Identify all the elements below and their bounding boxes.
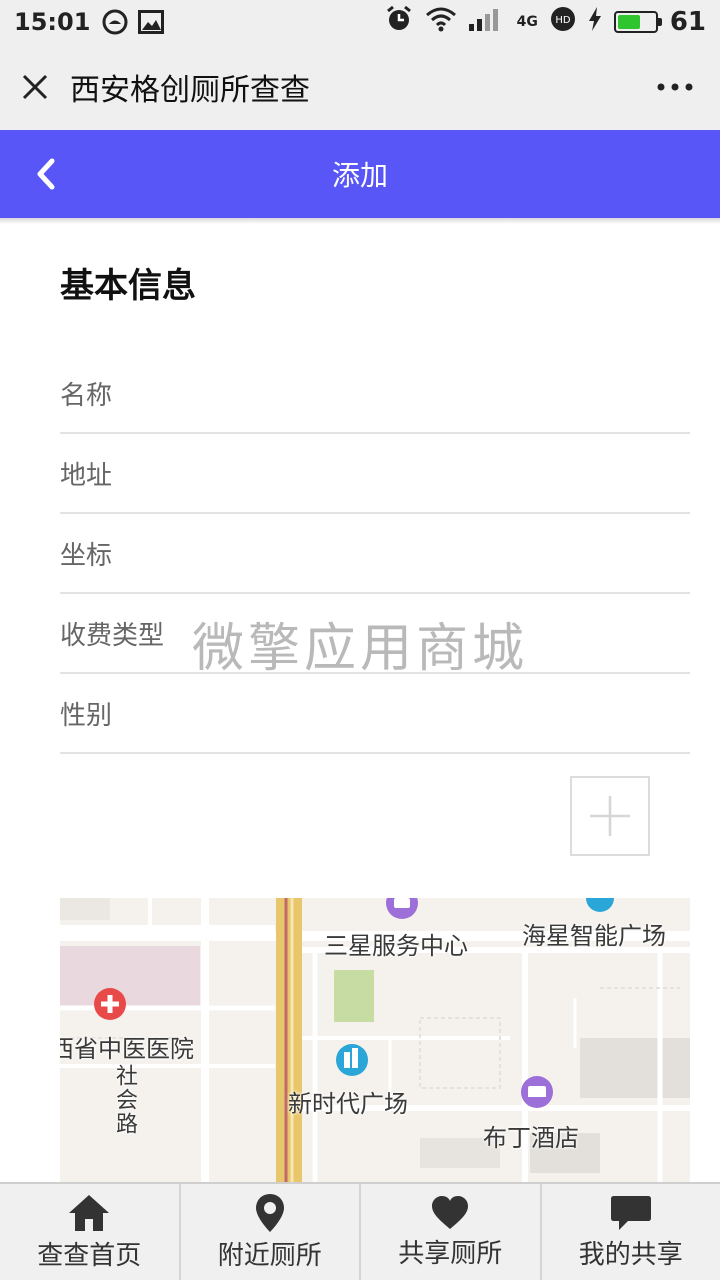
chat-bubble-icon	[102, 9, 128, 35]
home-icon	[69, 1194, 110, 1231]
map-label-haixing: 海星智能广场	[522, 922, 666, 950]
wechat-title-bar: 西安格创厕所查查	[0, 44, 720, 130]
map-view[interactable]: 三星服务中心 海星智能广场 西省中医医院 新时代广场 布丁酒店 社会路	[60, 898, 690, 1182]
wechat-title: 西安格创厕所查查	[70, 73, 310, 108]
map-label-hospital: 西省中医医院	[60, 1035, 194, 1063]
network-type: 4G	[516, 14, 538, 30]
more-icon[interactable]	[630, 44, 720, 130]
address-field-placeholder: 地址	[60, 460, 113, 491]
battery-percent: 61	[669, 7, 706, 37]
section-title: 基本信息	[60, 266, 196, 306]
map-label-buding: 布丁酒店	[483, 1124, 579, 1152]
page-title: 添加	[331, 159, 388, 192]
close-icon[interactable]	[0, 44, 70, 130]
hospital-poi-icon	[94, 988, 126, 1020]
add-form: 名称 地址 坐标 收费类型 性别	[60, 354, 690, 754]
map-label-xinshidai: 新时代广场	[288, 1090, 408, 1118]
gender-field-placeholder: 性别	[60, 700, 113, 731]
tab-home[interactable]: 查查首页	[0, 1184, 181, 1280]
svg-text:HD: HD	[555, 15, 571, 26]
watermark: 微擎应用商城	[192, 619, 529, 679]
battery-icon	[613, 11, 662, 33]
image-icon	[138, 10, 165, 34]
tab-shared-label: 共享厕所	[398, 1238, 503, 1269]
location-pin-icon	[255, 1193, 284, 1232]
tab-my-share[interactable]: 我的共享	[542, 1184, 720, 1280]
coordinate-field-placeholder: 坐标	[60, 540, 113, 571]
address-field[interactable]: 地址	[60, 434, 690, 514]
alarm-icon	[385, 5, 413, 39]
tab-shared[interactable]: 共享厕所	[361, 1184, 542, 1280]
app-header: 添加	[0, 130, 720, 218]
signal-icon	[468, 7, 505, 37]
tab-my-share-label: 我的共享	[578, 1239, 683, 1270]
tab-home-label: 查查首页	[37, 1240, 142, 1271]
heart-icon	[432, 1195, 469, 1229]
wifi-icon	[425, 6, 457, 38]
hotel-poi-icon	[521, 1076, 553, 1108]
gender-field[interactable]: 性别	[60, 674, 690, 754]
fee-type-field-placeholder: 收费类型	[60, 620, 165, 651]
name-field-placeholder: 名称	[60, 380, 113, 411]
add-image-button[interactable]	[570, 776, 650, 856]
map-label-samsung: 三星服务中心	[324, 932, 468, 960]
bottom-tabbar: 查查首页 附近厕所 共享厕所 我的共享	[0, 1182, 720, 1280]
charging-icon	[588, 7, 602, 37]
status-bar: 15:01 4G HD 61	[0, 0, 720, 44]
tab-nearby[interactable]: 附近厕所	[181, 1184, 361, 1280]
hd-icon: HD	[550, 6, 576, 38]
name-field[interactable]: 名称	[60, 354, 690, 434]
coordinate-field[interactable]: 坐标	[60, 514, 690, 594]
message-icon	[610, 1195, 651, 1230]
status-time: 15:01	[14, 8, 91, 36]
back-icon[interactable]	[24, 152, 68, 196]
tab-nearby-label: 附近厕所	[217, 1240, 322, 1271]
map-label-road: 社会路	[112, 1064, 137, 1136]
xinshidai-poi-icon	[336, 1044, 368, 1076]
header-shadow	[0, 218, 720, 224]
plus-icon	[590, 796, 630, 836]
